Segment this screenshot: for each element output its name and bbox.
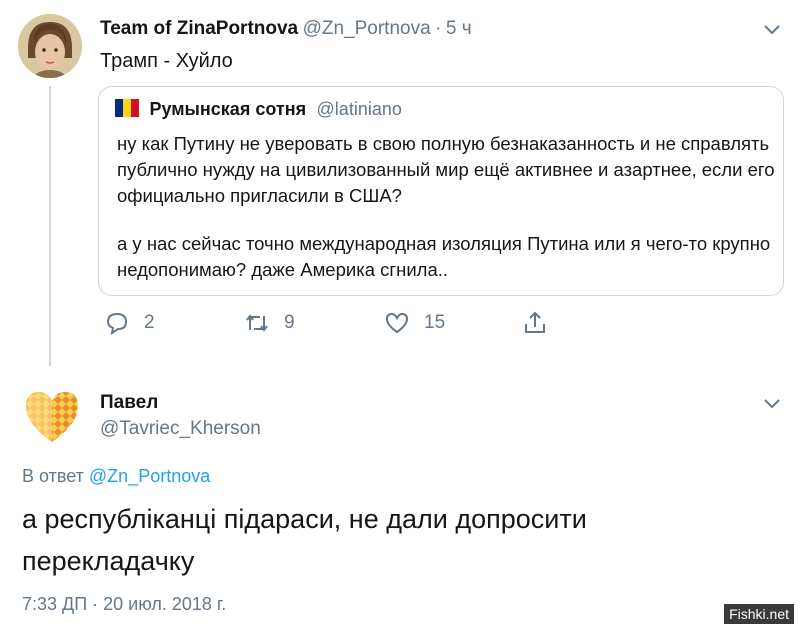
reply-icon <box>106 312 128 336</box>
tweet-timestamp[interactable]: 7:33 ДП · 20 июл. 2018 г. <box>22 594 226 615</box>
tweet-text: Трамп - Хуйло <box>100 50 233 72</box>
retweet-icon <box>246 314 268 332</box>
retweet-button[interactable]: 9 <box>244 308 295 338</box>
author-avatar[interactable] <box>18 14 82 78</box>
quote-paragraph: ну как Путину не уверовать в свою полную… <box>117 133 775 206</box>
quote-author-name: Румынская сотня <box>149 99 307 119</box>
portrait-image <box>18 14 82 78</box>
romania-flag-icon <box>115 99 139 117</box>
quoted-tweet[interactable]: Румынская сотня @latiniano ну как Путину… <box>98 86 784 296</box>
tweet-text: а республіканці підараси, не дали допрос… <box>22 504 587 576</box>
reply-button[interactable]: 2 <box>104 308 155 338</box>
reply-prefix: В ответ <box>22 466 84 486</box>
quote-paragraph: а у нас сейчас точно международная изоля… <box>117 233 771 280</box>
tweet-menu-button[interactable] <box>762 22 782 41</box>
reply-count: 2 <box>144 312 155 333</box>
chevron-down-icon <box>764 25 780 35</box>
reply-handle-link[interactable]: @Zn_Portnova <box>89 466 210 486</box>
quote-header: Румынская сотня @latiniano <box>115 99 402 120</box>
quote-text: ну как Путину не уверовать в свою полную… <box>117 131 777 305</box>
author-name[interactable]: Team of ZinaPortnova <box>100 18 298 39</box>
separator-dot: · <box>435 18 442 39</box>
retweet-count: 9 <box>284 312 295 333</box>
reply-context: В ответ @Zn_Portnova <box>22 466 210 487</box>
like-count: 15 <box>424 312 446 333</box>
tweet-header: Team of ZinaPortnova @Zn_Portnova · 5 ч <box>100 18 472 40</box>
share-icon <box>525 311 545 333</box>
tweet-time[interactable]: 5 ч <box>446 18 472 39</box>
chevron-down-icon <box>764 399 780 409</box>
embroidered-heart-icon <box>26 392 78 442</box>
author-name[interactable]: Павел <box>100 392 158 414</box>
share-button[interactable] <box>522 308 548 338</box>
site-watermark: Fishki.net <box>724 604 794 624</box>
heart-icon <box>385 312 409 334</box>
author-handle[interactable]: @Zn_Portnova <box>303 18 431 39</box>
author-avatar[interactable] <box>22 388 82 444</box>
author-handle[interactable]: @Tavriec_Kherson <box>100 418 261 440</box>
quote-author-handle: @latiniano <box>316 99 402 119</box>
thread-line <box>49 86 51 366</box>
tweet-menu-button[interactable] <box>762 396 782 415</box>
like-button[interactable]: 15 <box>384 308 445 338</box>
